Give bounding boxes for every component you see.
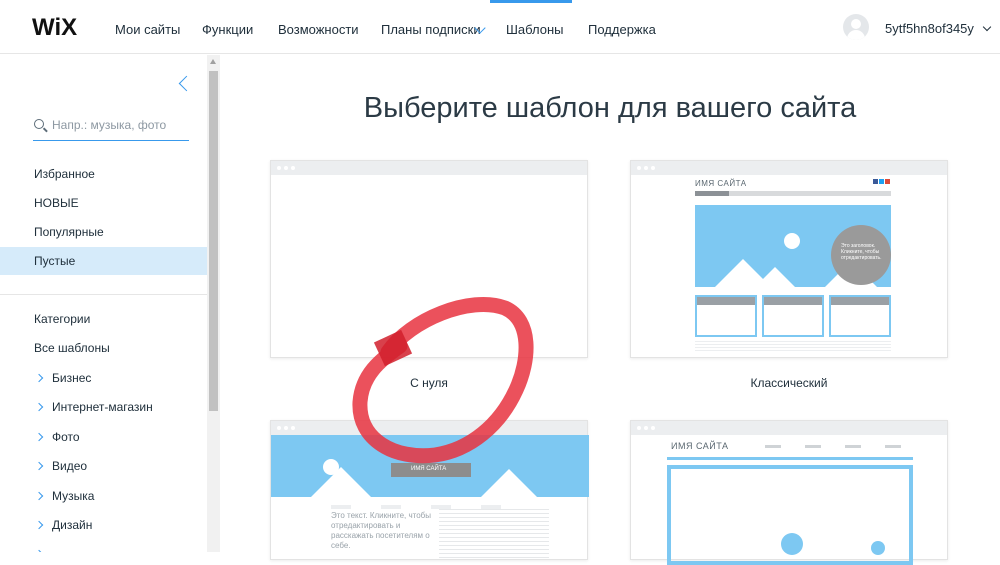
- scrollbar-thumb[interactable]: [209, 71, 218, 411]
- search-placeholder: Напр.: музыка, фото: [52, 118, 167, 132]
- template-menu: [695, 191, 891, 196]
- chevron-right-icon: [34, 461, 44, 471]
- page-title: Выберите шаблон для вашего сайта: [363, 92, 857, 124]
- chevron-down-icon[interactable]: [982, 22, 991, 32]
- category-label: Бизнес: [52, 371, 92, 385]
- browser-chrome: [271, 161, 587, 175]
- search-input[interactable]: Напр.: музыка, фото: [33, 112, 189, 141]
- nav-plans[interactable]: Планы подписки: [381, 22, 481, 37]
- category-label: Музыка: [52, 489, 95, 503]
- template-label[interactable]: С нуля: [270, 376, 588, 390]
- categories-heading: Категории: [0, 305, 207, 333]
- sidebar-item-label: Все шаблоны: [34, 341, 110, 355]
- nav-support[interactable]: Поддержка: [588, 22, 656, 37]
- username-menu[interactable]: 5ytf5hn8of345y: [885, 21, 991, 36]
- chevron-right-icon: [34, 491, 44, 501]
- nav-features[interactable]: Функции: [202, 22, 253, 37]
- search-icon: [34, 119, 44, 129]
- template-text-lines: [439, 509, 549, 561]
- top-navigation: WiX Мои сайты Функции Возможности Планы …: [0, 0, 1000, 54]
- chevron-right-icon: [34, 520, 44, 530]
- category-label: Дизайн: [52, 518, 93, 532]
- template-text: Это текст. Кликните, чтобы отредактирова…: [331, 511, 432, 550]
- sidebar-scrollbar[interactable]: [207, 55, 220, 552]
- template-card-blank[interactable]: [270, 160, 588, 358]
- chevron-right-icon: [34, 432, 44, 442]
- browser-chrome: [631, 161, 947, 175]
- sidebar-item-favorites[interactable]: Избранное: [0, 160, 207, 188]
- sidebar-item-label: Популярные: [34, 225, 104, 239]
- category-music[interactable]: Музыка: [0, 482, 207, 510]
- sidebar-item-blank[interactable]: Пустые: [0, 247, 207, 275]
- template-hero-image: Это заголовок. Кликните, чтобы отредакти…: [695, 205, 891, 287]
- chevron-right-icon: [34, 402, 44, 412]
- username: 5ytf5hn8of345y: [885, 21, 974, 36]
- browser-chrome: [271, 421, 587, 435]
- category-online-store[interactable]: Интернет-магазин: [0, 393, 207, 421]
- template-menu: [765, 445, 915, 448]
- category-business[interactable]: Бизнес: [0, 364, 207, 392]
- template-card-3[interactable]: ИМЯ САЙТА Это текст. Кликните, чтобы отр…: [270, 420, 589, 561]
- avatar-icon[interactable]: [843, 14, 869, 40]
- sidebar-item-popular[interactable]: Популярные: [0, 218, 207, 246]
- chevron-right-icon: [34, 373, 44, 383]
- category-more[interactable]: [0, 540, 207, 552]
- template-text-lines: [695, 341, 891, 353]
- browser-chrome: [631, 421, 947, 435]
- nav-capabilities[interactable]: Возможности: [278, 22, 359, 37]
- template-site-name: ИМЯ САЙТА: [671, 441, 729, 451]
- category-label: Интернет-магазин: [52, 400, 153, 414]
- sidebar-item-label: Избранное: [34, 167, 95, 181]
- sidebar-item-new[interactable]: НОВЫЕ: [0, 189, 207, 217]
- nav-my-sites[interactable]: Мои сайты: [115, 22, 180, 37]
- category-design[interactable]: Дизайн: [0, 511, 207, 539]
- sidebar-divider: [0, 294, 207, 295]
- template-thumb: [695, 295, 757, 337]
- sidebar-heading-label: Категории: [34, 312, 91, 326]
- category-label: Видео: [52, 459, 88, 473]
- nav-active-indicator: [490, 0, 572, 3]
- template-thumb: [762, 295, 824, 337]
- template-card-4[interactable]: ИМЯ САЙТА: [630, 420, 948, 565]
- hero-bubble-text: Это заголовок. Кликните, чтобы отредакти…: [841, 243, 882, 261]
- template-divider: [667, 457, 913, 460]
- template-label[interactable]: Классический: [630, 376, 948, 390]
- sidebar-item-label: Пустые: [34, 254, 76, 268]
- template-hero-image: ИМЯ САЙТА: [271, 435, 589, 497]
- sidebar-item-label: НОВЫЕ: [34, 196, 79, 210]
- wix-logo[interactable]: WiX: [32, 14, 77, 42]
- template-site-name: ИМЯ САЙТА: [695, 179, 747, 188]
- google-plus-icon: [885, 179, 890, 184]
- template-card-classic[interactable]: ИМЯ САЙТА Это заголовок. Кликните, чтобы…: [630, 160, 948, 358]
- category-label: Фото: [52, 430, 80, 444]
- category-photo[interactable]: Фото: [0, 423, 207, 451]
- facebook-icon: [873, 179, 878, 184]
- category-video[interactable]: Видео: [0, 452, 207, 480]
- nav-templates[interactable]: Шаблоны: [506, 22, 564, 37]
- site-name-banner: ИМЯ САЙТА: [391, 463, 471, 477]
- scroll-up-arrow-icon[interactable]: [210, 59, 216, 64]
- twitter-icon: [879, 179, 884, 184]
- template-thumb: [829, 295, 891, 337]
- sidebar-item-all-templates[interactable]: Все шаблоны: [0, 334, 207, 362]
- template-image-frame: [667, 465, 913, 565]
